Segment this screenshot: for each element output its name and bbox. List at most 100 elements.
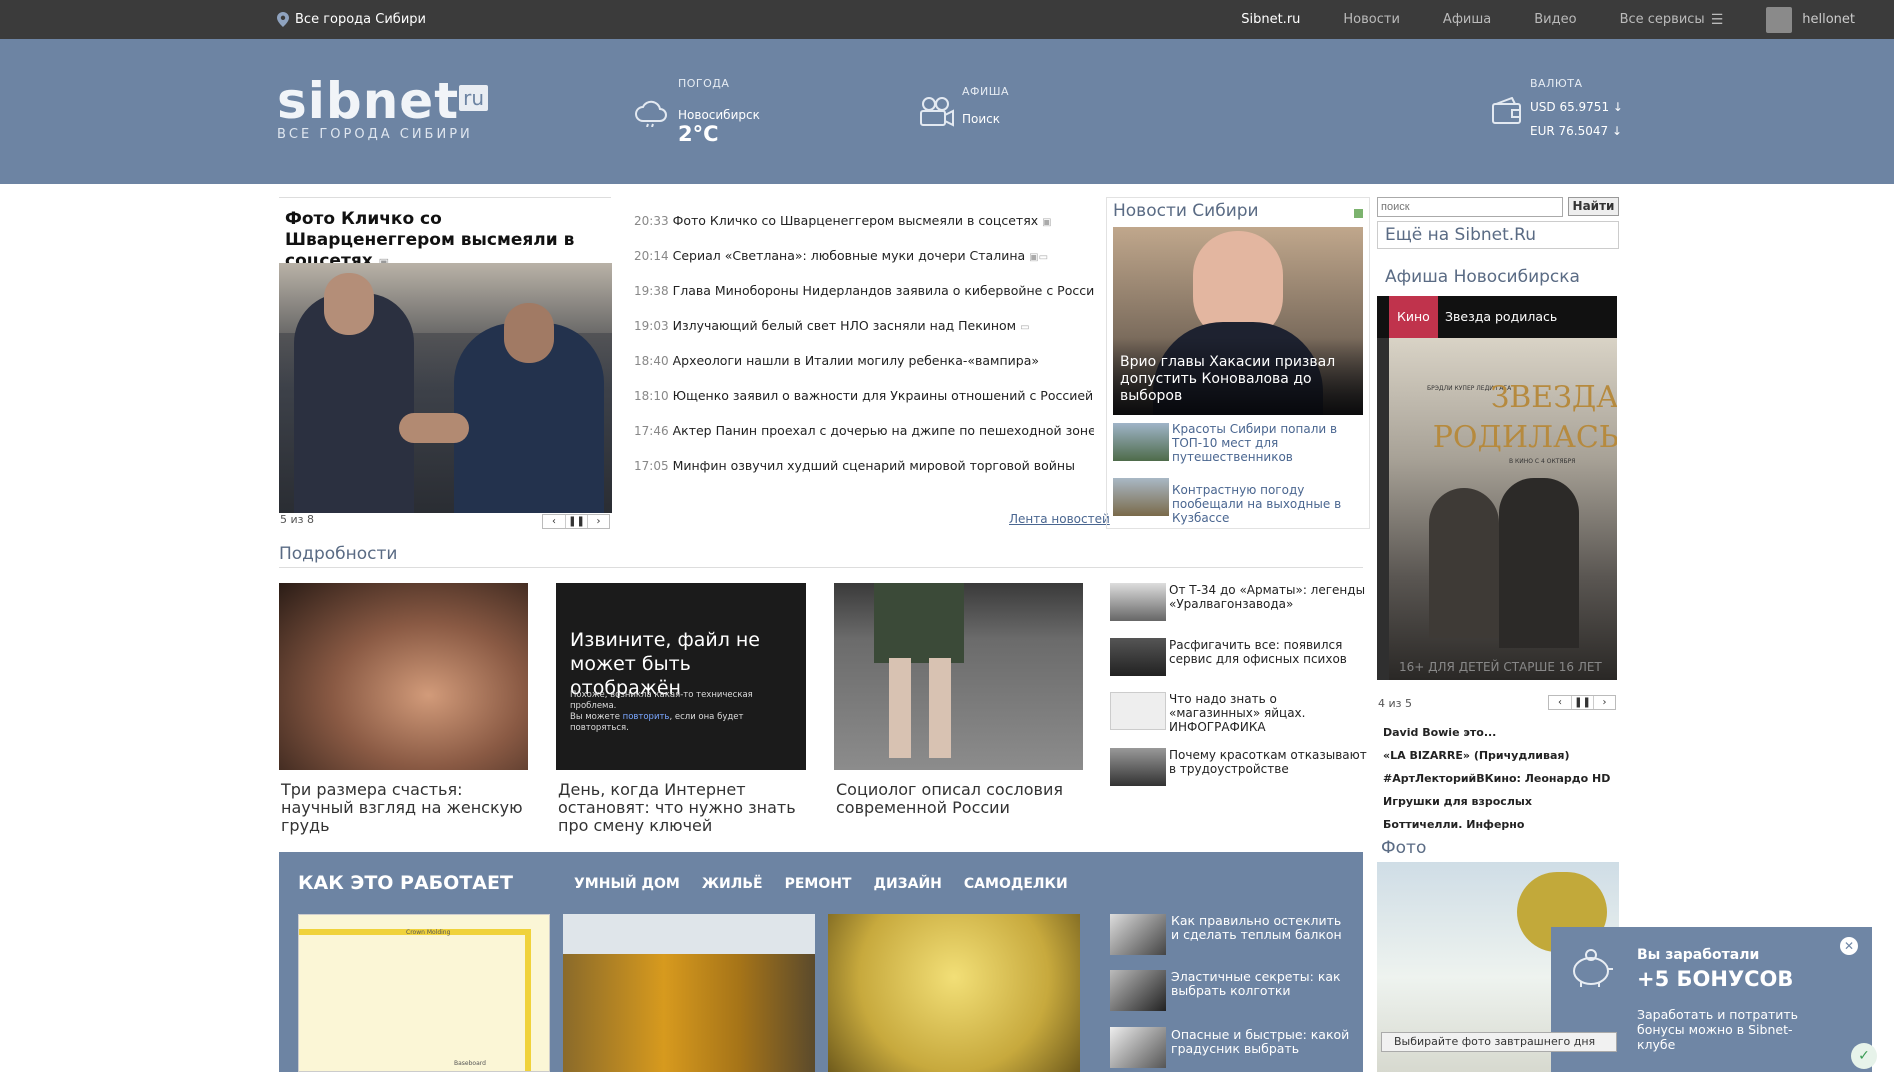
news-text: Археологи нашли в Италии могилу ребенка-… xyxy=(672,353,1040,368)
more-on-sibnet[interactable]: Ещё на Sibnet.Ru xyxy=(1377,221,1619,249)
how-card-photo[interactable] xyxy=(828,914,1080,1072)
news-row[interactable]: 20:33 Фото Кличко со Шварценеггером высме… xyxy=(634,212,1094,247)
how-card-diagram[interactable]: Crown Molding Baseboard xyxy=(298,914,550,1072)
details-side-item[interactable]: Что надо знать о «магазинных» яйцах. ИНФ… xyxy=(1169,692,1369,734)
details-side-thumb[interactable] xyxy=(1110,583,1166,621)
prev-arrow-icon[interactable]: ‹ xyxy=(543,515,565,528)
weather-widget[interactable]: ПОГОДА Новосибирск 2°C xyxy=(678,77,760,146)
how-tab[interactable]: ДИЗАЙН xyxy=(874,876,942,892)
pause-icon[interactable]: ❚❚ xyxy=(565,515,587,528)
details-side-item[interactable]: Почему красоткам отказывают в трудоустро… xyxy=(1169,748,1369,776)
site-logo[interactable]: sibnet ru ВСЕ ГОРОДА СИБИРИ xyxy=(277,76,489,142)
afisha-event[interactable]: Боттичелли. Инферно xyxy=(1383,813,1610,836)
details-card-caption[interactable]: Три размера счастья: научный взгляд на ж… xyxy=(281,781,526,835)
news-row[interactable]: 19:03 Излучающий белый свет НЛО засняли н… xyxy=(634,317,1094,352)
avatar xyxy=(1766,6,1793,33)
lead-story-photo[interactable] xyxy=(279,263,612,513)
news-time: 17:46 xyxy=(634,424,669,438)
afisha-event[interactable]: «LA BIZARRE» (Причудливая) xyxy=(1383,744,1610,767)
site-header: sibnet ru ВСЕ ГОРОДА СИБИРИ ПОГОДА Новоси… xyxy=(0,39,1894,184)
search-button[interactable]: Найти xyxy=(1568,197,1619,216)
popup-text: Заработать и потратить бонусы можно в Si… xyxy=(1637,1007,1799,1052)
nav-sibnet[interactable]: Sibnet.ru xyxy=(1241,12,1300,27)
nav-news[interactable]: Новости xyxy=(1343,12,1400,27)
how-tab[interactable]: УМНЫЙ ДОМ xyxy=(574,876,680,892)
details-title[interactable]: Подробности xyxy=(279,544,397,564)
next-arrow-icon[interactable]: › xyxy=(587,515,609,528)
afisha-camera-icon xyxy=(920,97,954,127)
how-tab[interactable]: САМОДЕЛКИ xyxy=(964,876,1068,892)
siberia-thumb[interactable] xyxy=(1113,423,1169,461)
how-title[interactable]: КАК ЭТО РАБОТАЕТ xyxy=(298,872,513,894)
afisha-counter: 4 из 5 xyxy=(1378,697,1412,710)
nav-all-services[interactable]: Все сервисы ☰ xyxy=(1620,12,1724,28)
news-row[interactable]: 18:10 Ющенко заявил о важности для Украин… xyxy=(634,387,1094,422)
how-tabs: УМНЫЙ ДОМ ЖИЛЬЁ РЕМОНТ ДИЗАЙН САМОДЕЛКИ xyxy=(574,876,1068,892)
afisha-event[interactable]: Игрушки для взрослых xyxy=(1383,790,1610,813)
video-error-panel[interactable]: Извините, файл не может быть отображён П… xyxy=(556,583,806,770)
afisha-event[interactable]: #АртЛекторийВКино: Леонардо HD xyxy=(1383,767,1610,790)
details-card-caption[interactable]: Социолог описал сословия современной Рос… xyxy=(836,781,1081,817)
how-side-thumb[interactable] xyxy=(1110,1027,1166,1068)
logo-subtitle: ВСЕ ГОРОДА СИБИРИ xyxy=(277,127,473,142)
afisha-slider-controls: ‹ ❚❚ › xyxy=(1548,695,1616,710)
next-arrow-icon[interactable]: › xyxy=(1593,696,1615,709)
siberia-item[interactable]: Красоты Сибири попали в ТОП-10 мест для … xyxy=(1172,422,1362,464)
location-pin-icon xyxy=(277,12,289,27)
details-side-thumb[interactable] xyxy=(1110,748,1166,786)
nav-video[interactable]: Видео xyxy=(1534,12,1576,27)
video-error-text-2: Вы можете xyxy=(570,712,623,722)
afisha-event[interactable]: David Bowie это... xyxy=(1383,721,1610,744)
how-side-thumb[interactable] xyxy=(1110,970,1166,1011)
photo-section-title[interactable]: Фото xyxy=(1381,838,1426,858)
afisha-widget[interactable]: АФИША Поиск xyxy=(962,85,1009,126)
how-card-photo[interactable] xyxy=(563,914,815,1072)
how-tab[interactable]: РЕМОНТ xyxy=(785,876,852,892)
news-text: Фото Кличко со Шварценеггером высмеяли в… xyxy=(672,213,1039,228)
how-side-item[interactable]: Эластичные секреты: как выбрать колготки xyxy=(1171,970,1351,998)
siberia-item[interactable]: Контрастную погоду пообещали на выходные… xyxy=(1172,483,1362,525)
nav-afisha[interactable]: Афиша xyxy=(1443,12,1491,27)
how-it-works-band: КАК ЭТО РАБОТАЕТ УМНЫЙ ДОМ ЖИЛЬЁ РЕМОНТ … xyxy=(279,852,1363,1072)
news-row[interactable]: 17:46 Актер Панин проехал с дочерью на дж… xyxy=(634,422,1094,457)
video-error-text-1: Похоже, возникла какая-то техническая пр… xyxy=(570,690,753,711)
news-row[interactable]: 18:40 Археологи нашли в Италии могилу реб… xyxy=(634,352,1094,387)
logo-word: sibnet xyxy=(277,72,460,130)
afisha-poster[interactable]: Кино Звезда родилась БРЭДЛИ КУПЕР ЛЕДИ Г… xyxy=(1377,296,1617,680)
retry-link[interactable]: повторить xyxy=(623,712,670,722)
pause-icon[interactable]: ❚❚ xyxy=(1571,696,1593,709)
details-side-thumb[interactable] xyxy=(1110,638,1166,676)
prev-arrow-icon[interactable]: ‹ xyxy=(1549,696,1571,709)
news-row[interactable]: 17:05 Минфин озвучил худший сценарий миро… xyxy=(634,457,1094,492)
news-row[interactable]: 19:38 Глава Минобороны Нидерландов заявил… xyxy=(634,282,1094,317)
afisha-section-title[interactable]: Афиша Новосибирска xyxy=(1385,267,1580,287)
news-feed-link[interactable]: Лента новостей xyxy=(1009,512,1110,526)
details-card-photo[interactable] xyxy=(279,583,528,770)
news-row[interactable]: 20:14 Сериал «Светлана»: любовные муки до… xyxy=(634,247,1094,282)
logo-ru: ru xyxy=(459,85,489,111)
details-card-caption[interactable]: День, когда Интернет остановят: что нужн… xyxy=(558,781,808,835)
details-card-photo[interactable] xyxy=(834,583,1083,770)
weather-caption: ПОГОДА xyxy=(678,77,730,90)
piggy-bank-icon xyxy=(1573,949,1613,987)
top-nav: Sibnet.ru Новости Афиша Видео Все сервис… xyxy=(1241,0,1894,39)
search-input[interactable] xyxy=(1377,197,1563,217)
details-side-thumb[interactable] xyxy=(1110,692,1166,730)
how-side-item[interactable]: Как правильно остеклить и сделать теплым… xyxy=(1171,914,1351,942)
close-icon[interactable]: ✕ xyxy=(1840,937,1858,955)
city-selector[interactable]: Все города Сибири xyxy=(277,12,426,27)
siberia-main-photo[interactable]: Врио главы Хакасии призвал допустить Кон… xyxy=(1113,227,1363,415)
currency-widget[interactable]: ВАЛЮТА USD 65.9751 ↓ EUR 76.5047 ↓ xyxy=(1530,77,1623,138)
siberia-thumb[interactable] xyxy=(1113,478,1169,516)
rss-icon[interactable] xyxy=(1354,209,1363,218)
siberia-news-title[interactable]: Новости Сибири xyxy=(1113,201,1259,221)
details-side-item[interactable]: Расфигачить все: появился сервис для офи… xyxy=(1169,638,1369,666)
how-tab[interactable]: ЖИЛЬЁ xyxy=(702,876,763,892)
username: hellonet xyxy=(1802,12,1855,27)
how-side-item[interactable]: Опасные и быстрые: какой градусник выбра… xyxy=(1171,1028,1351,1056)
how-side-thumb[interactable] xyxy=(1110,914,1166,955)
details-side-item[interactable]: От Т-34 до «Арматы»: легенды «Уралвагонз… xyxy=(1169,583,1369,611)
photo-choose-button[interactable]: Выбирайте фото завтрашнего дня xyxy=(1381,1032,1617,1052)
afisha-search-link[interactable]: Поиск xyxy=(962,112,1009,126)
user-menu[interactable]: hellonet xyxy=(1766,6,1855,33)
